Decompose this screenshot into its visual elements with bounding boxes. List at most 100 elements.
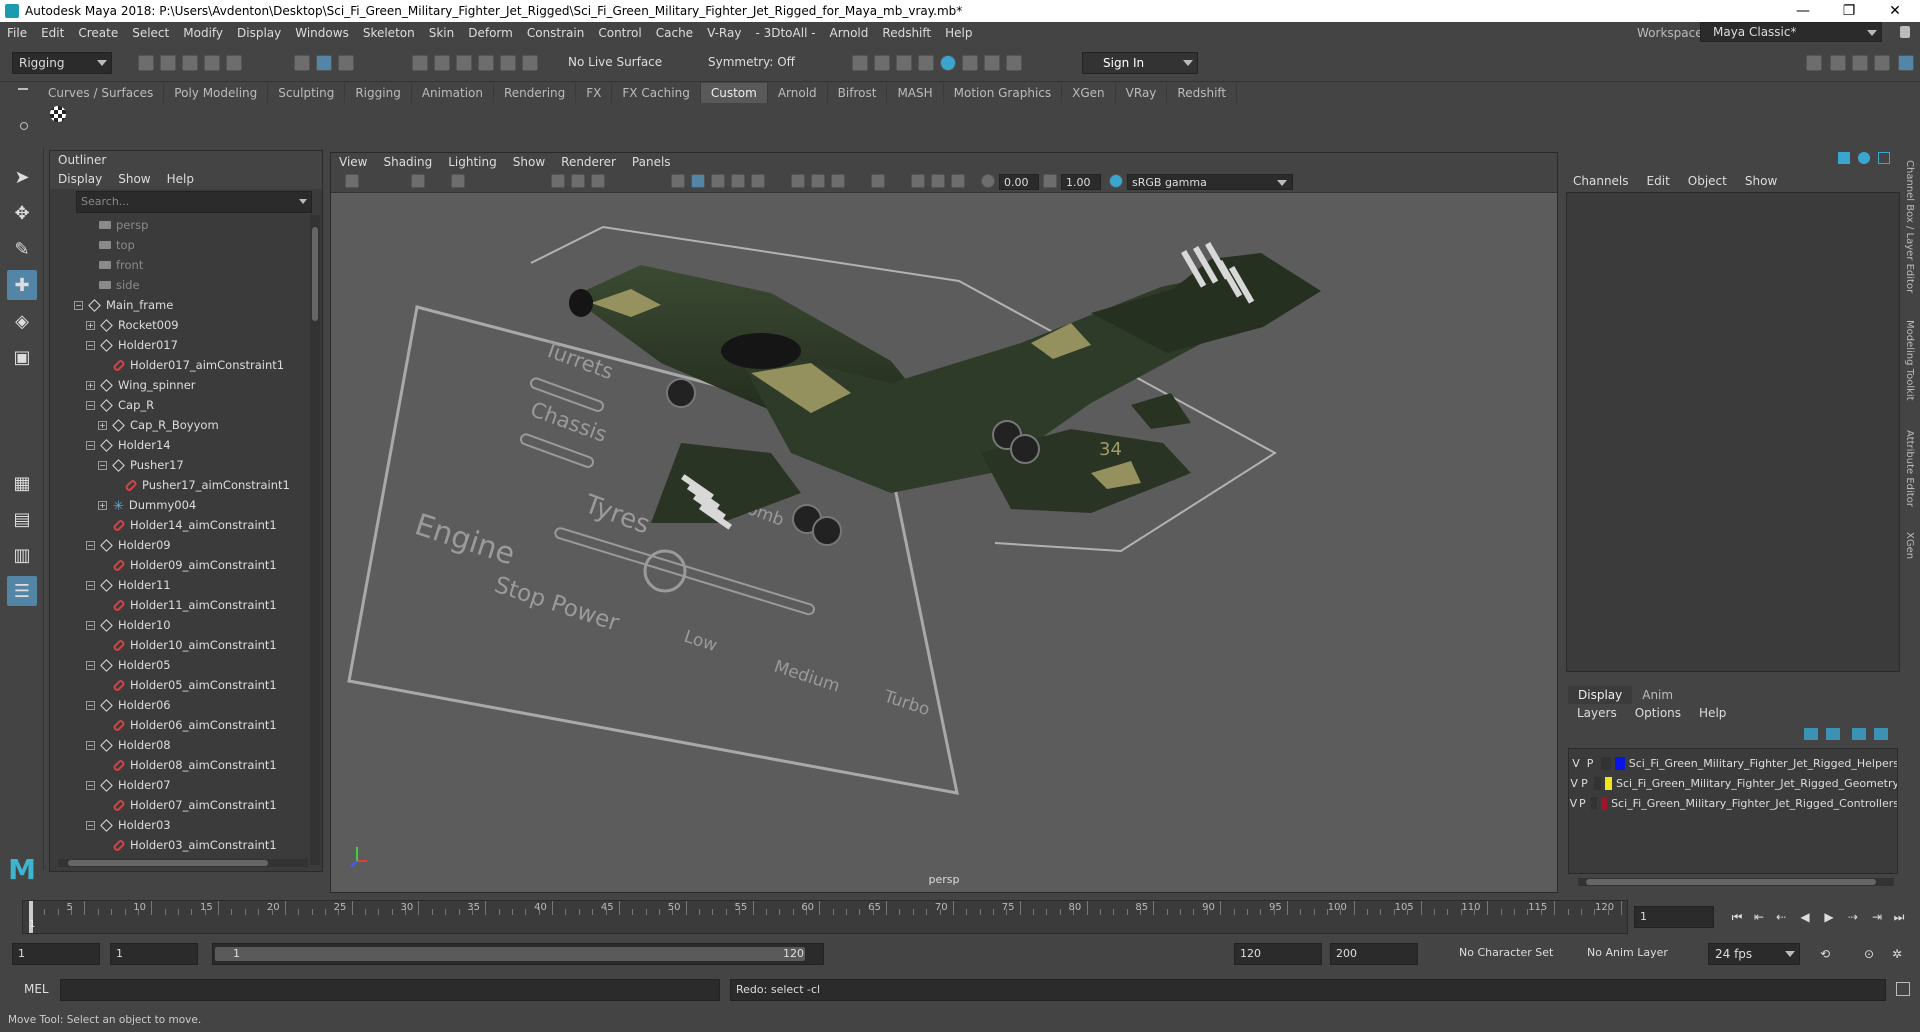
- channel-box-menu-object[interactable]: Object: [1679, 174, 1736, 188]
- menu-arnold[interactable]: Arnold: [823, 26, 876, 40]
- channel-box-menu-edit[interactable]: Edit: [1638, 174, 1679, 188]
- camera-select-icon[interactable]: [345, 174, 359, 188]
- go-to-end-icon[interactable]: ⏭: [1892, 910, 1906, 924]
- outliner-menu-show[interactable]: Show: [110, 172, 158, 186]
- workspace-dropdown[interactable]: Maya Classic*: [1700, 22, 1882, 42]
- layer-visibility-toggle[interactable]: V: [1569, 797, 1578, 810]
- layer-playback-toggle[interactable]: P: [1578, 797, 1587, 810]
- sign-in-button[interactable]: Sign In: [1082, 52, 1198, 74]
- redo-icon[interactable]: [226, 55, 242, 71]
- collapse-icon[interactable]: −: [86, 780, 95, 790]
- step-forward-key-icon[interactable]: ⇥: [1870, 910, 1884, 924]
- outliner-item[interactable]: − Holder09: [86, 535, 171, 555]
- shelf-tab-rendering[interactable]: Rendering: [494, 83, 577, 103]
- jet-vertical-stabilizer[interactable]: [1131, 393, 1191, 429]
- symmetry-dropdown[interactable]: Symmetry: Off: [702, 52, 802, 74]
- current-frame-field[interactable]: 1: [1634, 906, 1714, 928]
- outliner-item[interactable]: Holder10_aimConstraint1: [98, 635, 277, 655]
- outliner-item[interactable]: Holder14_aimConstraint1: [98, 515, 277, 535]
- four-pane-layout-icon[interactable]: ▤: [7, 504, 37, 534]
- outliner-scroll-thumb[interactable]: [312, 227, 318, 321]
- snap-pivot-icon[interactable]: [522, 55, 538, 71]
- command-language[interactable]: MEL: [24, 982, 49, 996]
- shelf-tab-mash[interactable]: MASH: [887, 83, 944, 103]
- outliner-item[interactable]: − Main_frame: [74, 295, 173, 315]
- gamma-icon[interactable]: [1043, 174, 1057, 188]
- isolate-select-icon[interactable]: [871, 174, 885, 188]
- menu-skin[interactable]: Skin: [422, 26, 462, 40]
- shelf-tab-arnold[interactable]: Arnold: [768, 83, 828, 103]
- resolution-gate-icon[interactable]: [591, 174, 605, 188]
- outliner-item[interactable]: Pusher17_aimConstraint1: [110, 475, 290, 495]
- character-set-dropdown[interactable]: No Character Set: [1454, 943, 1568, 965]
- auto-key-icon[interactable]: ⊙: [1862, 947, 1876, 961]
- playback-start-field[interactable]: 1: [110, 943, 198, 965]
- outliner-item[interactable]: Holder11_aimConstraint1: [98, 595, 277, 615]
- channel-box-area[interactable]: [1566, 192, 1900, 672]
- scene-start-field[interactable]: 1: [12, 943, 100, 965]
- attribute-editor-icon[interactable]: [1830, 55, 1846, 71]
- shelf-tab-motion-graphics[interactable]: Motion Graphics: [944, 83, 1063, 103]
- outliner-item[interactable]: − Pusher17: [98, 455, 184, 475]
- snap-point-icon[interactable]: [456, 55, 472, 71]
- outliner-item[interactable]: Holder08_aimConstraint1: [98, 755, 277, 775]
- fps-dropdown[interactable]: 24 fps: [1708, 943, 1800, 965]
- layer-hscroll-thumb[interactable]: [1586, 879, 1876, 885]
- outliner-item[interactable]: − Holder06: [86, 695, 171, 715]
- jet-nose-intake[interactable]: [569, 289, 593, 317]
- minimize-button[interactable]: —: [1780, 0, 1826, 22]
- lasso-tool-icon[interactable]: ✥: [7, 198, 37, 228]
- color-management-icon[interactable]: [1109, 174, 1123, 188]
- play-backward-icon[interactable]: ◀: [1798, 910, 1812, 924]
- collapse-icon[interactable]: −: [86, 440, 95, 450]
- outliner-layout-icon[interactable]: ☰: [7, 576, 37, 606]
- close-button[interactable]: ✕: [1872, 0, 1918, 22]
- xray-icon[interactable]: [911, 174, 925, 188]
- shelf-tab-animation[interactable]: Animation: [412, 83, 494, 103]
- go-to-start-icon[interactable]: ⏮: [1730, 910, 1744, 924]
- new-layer-selected-icon[interactable]: [1874, 728, 1888, 740]
- pause-viewport-icon[interactable]: [1006, 55, 1022, 71]
- shelf-tab-poly-modeling[interactable]: Poly Modeling: [164, 83, 269, 103]
- render-settings-icon[interactable]: [918, 55, 934, 71]
- new-empty-layer-icon[interactable]: [1852, 728, 1866, 740]
- collapse-icon[interactable]: −: [86, 620, 95, 630]
- expand-icon[interactable]: +: [98, 500, 107, 510]
- layer-color-swatch[interactable]: [1600, 796, 1608, 810]
- layer-row[interactable]: V P Sci_Fi_Green_Military_Fighter_Jet_Rigg…: [1569, 793, 1897, 813]
- viewport-menu-show[interactable]: Show: [505, 155, 553, 169]
- two-pane-layout-icon[interactable]: ▥: [7, 540, 37, 570]
- layer-menu-layers[interactable]: Layers: [1568, 706, 1626, 720]
- select-objects-icon[interactable]: [316, 55, 332, 71]
- menu-control[interactable]: Control: [591, 26, 648, 40]
- image-plane-icon[interactable]: [451, 174, 465, 188]
- loop-icon[interactable]: ⟲: [1818, 947, 1832, 961]
- outliner-item[interactable]: Holder03_aimConstraint1: [98, 835, 277, 855]
- expand-icon[interactable]: +: [98, 420, 107, 430]
- command-input[interactable]: [60, 979, 720, 1001]
- layer-display-type[interactable]: [1601, 756, 1611, 770]
- expand-icon[interactable]: +: [86, 320, 95, 330]
- fighter-jet-model[interactable]: 34: [569, 242, 1321, 546]
- hypershade-icon[interactable]: [940, 55, 956, 71]
- layer-color-swatch[interactable]: [1614, 756, 1625, 770]
- layer-editor-icon[interactable]: [1898, 55, 1914, 71]
- shelf-tab-sculpting[interactable]: Sculpting: [268, 83, 346, 103]
- layer-playback-toggle[interactable]: P: [1579, 777, 1589, 790]
- playback-end-field[interactable]: 120: [1234, 943, 1322, 965]
- outliner-item[interactable]: persp: [84, 215, 148, 235]
- live-surface-dropdown[interactable]: No Live Surface: [562, 52, 676, 74]
- outliner-menu-help[interactable]: Help: [159, 172, 202, 186]
- render-setup-icon[interactable]: [962, 55, 978, 71]
- grid-toggle-icon[interactable]: [551, 174, 565, 188]
- color-space-dropdown[interactable]: sRGB gamma: [1127, 174, 1293, 190]
- channel-box-menu-show[interactable]: Show: [1736, 174, 1786, 188]
- render-current-icon[interactable]: [874, 55, 890, 71]
- layer-visibility-toggle[interactable]: V: [1569, 757, 1583, 770]
- expand-icon[interactable]: +: [86, 380, 95, 390]
- xray-joints-icon[interactable]: [931, 174, 945, 188]
- select-tool-icon[interactable]: ➤: [7, 162, 37, 192]
- front-wheel[interactable]: [666, 378, 696, 408]
- shelf-tab-redshift[interactable]: Redshift: [1167, 83, 1238, 103]
- outliner-item[interactable]: Holder07_aimConstraint1: [98, 795, 277, 815]
